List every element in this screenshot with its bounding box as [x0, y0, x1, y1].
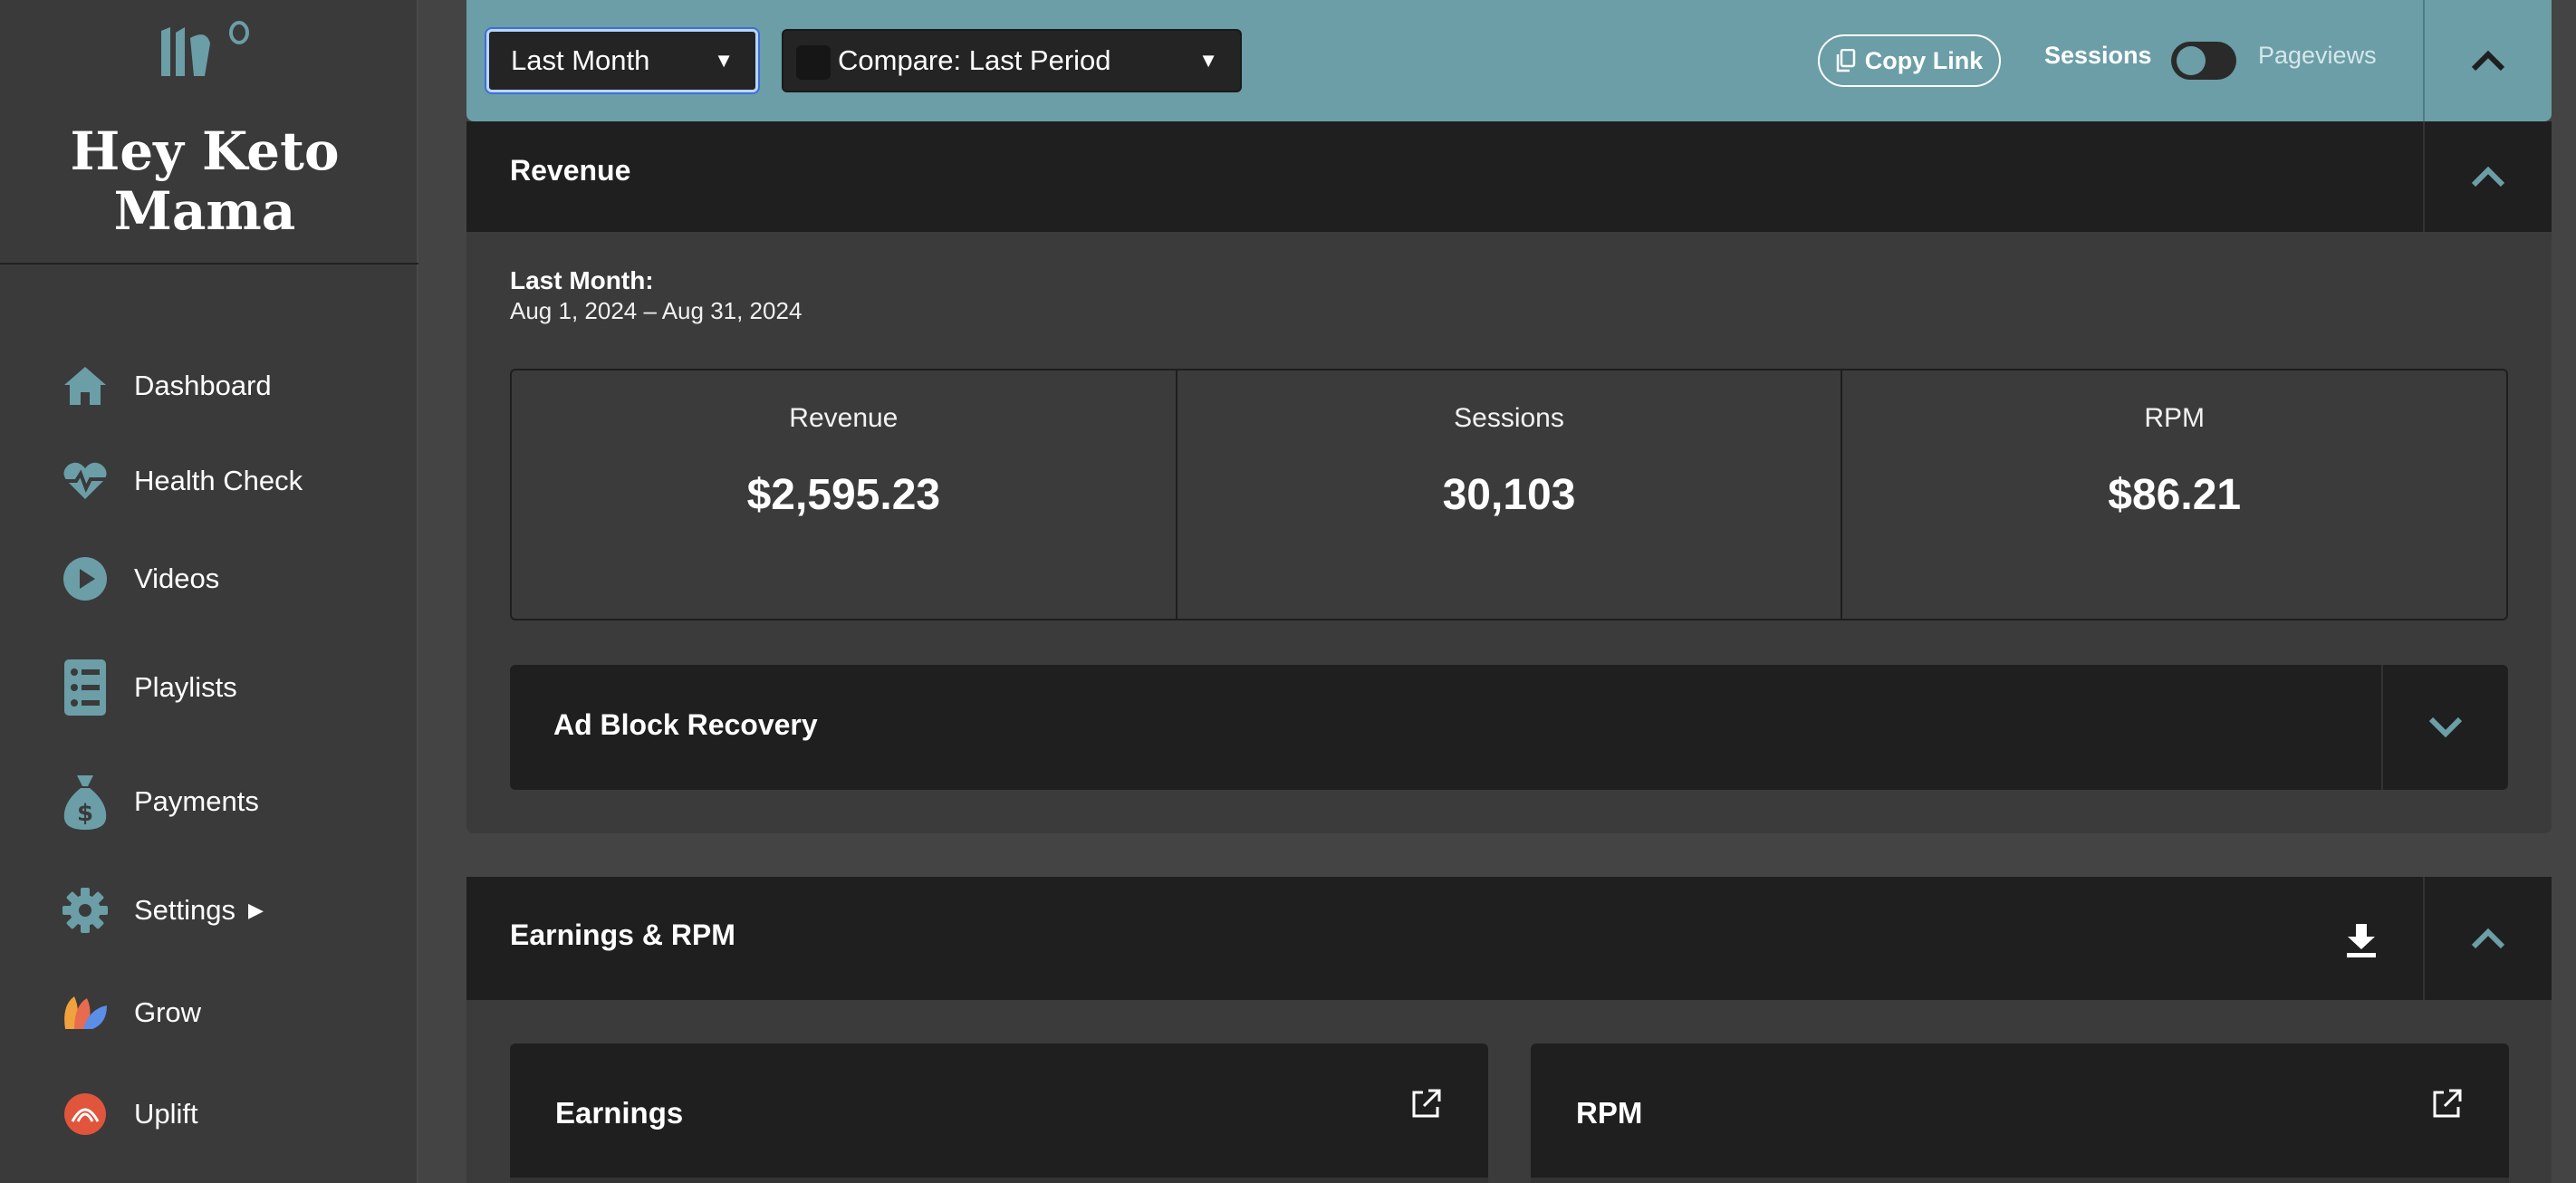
caret-right-icon: ▶: [248, 899, 264, 921]
sidebar-item-dashboard[interactable]: Dashboard: [62, 354, 272, 418]
card-divider: [1531, 1178, 2509, 1183]
site-name: Hey Keto Mama: [70, 120, 340, 242]
list-icon: [62, 659, 109, 716]
date-range-select[interactable]: Last Month ▼: [486, 29, 758, 92]
chevron-up-icon: [2471, 50, 2505, 72]
toggle-label-pageviews: Pageviews: [2258, 42, 2377, 69]
period-range: Aug 1, 2024 – Aug 31, 2024: [510, 297, 803, 324]
chevron-up-icon: [2471, 166, 2505, 188]
sidebar: Hey Keto Mama Dashboard Health Check Vid…: [0, 0, 418, 1183]
compare-value: Compare: Last Period: [838, 44, 1111, 76]
toggle-knob: [2177, 46, 2206, 75]
stat-label: Revenue: [789, 403, 899, 433]
sidebar-item-grow[interactable]: Grow: [62, 981, 201, 1044]
dropdown-arrow-icon: ▼: [714, 49, 734, 72]
external-link-icon[interactable]: [2431, 1089, 2462, 1120]
svg-text:$: $: [77, 800, 93, 827]
revenue-stats: Revenue $2,595.23 Sessions 30,103 RPM $8…: [510, 369, 2508, 620]
sidebar-item-videos[interactable]: Videos: [62, 547, 219, 611]
revenue-panel-header: Revenue: [466, 121, 2552, 232]
revenue-panel-title: Revenue: [510, 154, 631, 187]
mediavine-logo-icon[interactable]: [159, 20, 250, 83]
copy-link-button[interactable]: Copy Link: [1818, 34, 2001, 87]
compare-select[interactable]: Compare: Last Period ▼: [782, 29, 1242, 92]
stat-label: Sessions: [1454, 403, 1564, 433]
money-bag-icon: $: [62, 775, 109, 830]
earnings-panel-header: Earnings & RPM: [466, 877, 2552, 1000]
sidebar-item-label: Grow: [134, 996, 202, 1028]
revenue-collapse-button[interactable]: [2423, 121, 2552, 232]
home-icon: [62, 362, 109, 409]
stat-value: $86.21: [2108, 471, 2242, 519]
grow-leaf-icon: [62, 989, 109, 1036]
sessions-pageviews-toggle[interactable]: [2171, 42, 2236, 80]
sidebar-item-label: Health Check: [134, 465, 303, 496]
copy-icon: [1836, 49, 1855, 72]
rpm-card-title: RPM: [1576, 1096, 1643, 1130]
sidebar-item-playlists[interactable]: Playlists: [62, 656, 237, 719]
stat-revenue: Revenue $2,595.23: [512, 370, 1177, 619]
earnings-panel-title: Earnings & RPM: [510, 919, 735, 951]
sidebar-item-payments[interactable]: $ Payments: [62, 770, 259, 833]
uplift-icon: [62, 1091, 109, 1138]
sidebar-item-label: Videos: [134, 563, 220, 594]
earnings-collapse-button[interactable]: [2423, 877, 2552, 1000]
ad-block-recovery-section[interactable]: Ad Block Recovery: [510, 665, 2508, 790]
sidebar-item-label: Dashboard: [134, 370, 272, 401]
toggle-label-sessions: Sessions: [2044, 42, 2152, 69]
stat-value: 30,103: [1442, 471, 1576, 519]
stat-label: RPM: [2144, 403, 2206, 433]
earnings-card-title: Earnings: [555, 1096, 684, 1130]
download-icon[interactable]: [2345, 922, 2378, 958]
compare-color-swatch: [796, 45, 831, 80]
play-icon: [62, 555, 109, 602]
sidebar-item-uplift[interactable]: Uplift: [62, 1082, 198, 1146]
stat-rpm: RPM $86.21: [1842, 370, 2506, 619]
external-link-icon[interactable]: [1410, 1089, 1441, 1120]
stat-value: $2,595.23: [746, 471, 941, 519]
sidebar-item-settings[interactable]: Settings ▶: [62, 879, 264, 942]
sidebar-item-label: Settings: [134, 894, 236, 926]
sidebar-item-health-check[interactable]: Health Check: [62, 449, 303, 513]
heartbeat-icon: [62, 457, 109, 505]
sidebar-item-label: Payments: [134, 785, 259, 817]
sidebar-item-label: Uplift: [134, 1098, 198, 1130]
gear-icon: [62, 887, 109, 934]
copy-link-label: Copy Link: [1864, 46, 1984, 74]
earnings-card: Earnings: [510, 1044, 1488, 1183]
dropdown-arrow-icon: ▼: [1198, 49, 1218, 72]
chevron-up-icon: [2471, 928, 2505, 949]
chevron-down-icon: [2428, 717, 2463, 738]
ad-block-expand-button[interactable]: [2381, 665, 2508, 790]
toolbar-collapse-button[interactable]: [2423, 0, 2552, 121]
rpm-card: RPM: [1531, 1044, 2509, 1183]
date-range-value: Last Month: [511, 44, 650, 76]
card-divider: [510, 1178, 1488, 1183]
stat-sessions: Sessions 30,103: [1177, 370, 1843, 619]
period-label: Last Month:: [510, 266, 654, 294]
report-toolbar: Last Month ▼ Compare: Last Period ▼ Copy…: [466, 0, 2552, 121]
sidebar-item-label: Playlists: [134, 671, 237, 703]
ad-block-recovery-title: Ad Block Recovery: [553, 708, 818, 741]
sidebar-divider: [0, 263, 418, 264]
